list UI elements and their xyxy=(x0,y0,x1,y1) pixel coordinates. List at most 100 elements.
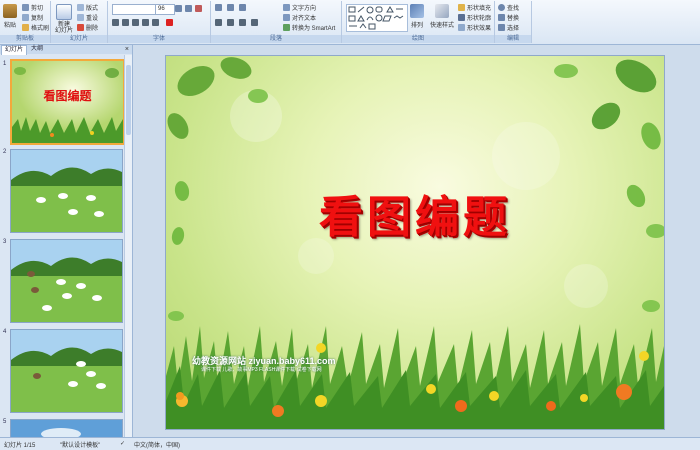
find-button[interactable]: 查找 xyxy=(498,3,519,12)
panel-tabs: 幻灯片 大纲 × xyxy=(0,45,132,55)
strikethrough-button[interactable] xyxy=(142,19,149,26)
panel-scrollbar[interactable] xyxy=(124,55,132,437)
align-center-button[interactable] xyxy=(227,19,234,26)
shadow-icon xyxy=(152,19,159,26)
layout-icon xyxy=(77,4,84,11)
scrollbar-thumb[interactable] xyxy=(126,65,131,135)
site-subtitle-text: 课件下载 儿歌、故事MP3 FLASH课件下载 试卷下载网 xyxy=(201,367,322,373)
indent-button[interactable] xyxy=(239,4,246,11)
copy-icon xyxy=(22,14,29,21)
paragraph-group: 文字方向 对齐文本 转换为 SmartArt 段落 xyxy=(211,1,342,43)
arrange-button[interactable]: 排列 xyxy=(410,4,424,29)
close-icon[interactable]: × xyxy=(125,45,129,54)
bold-button[interactable] xyxy=(112,19,119,26)
shapes-gallery[interactable] xyxy=(346,4,408,32)
quick-styles-icon xyxy=(435,4,449,18)
brush-icon xyxy=(22,24,29,31)
clipboard-group-label: 剪贴板 xyxy=(0,35,50,43)
format-painter-label: 格式刷 xyxy=(31,26,50,32)
clipboard-group: 粘贴 剪切 复制 格式刷 剪贴板 xyxy=(0,1,51,43)
shape-outline-label: 形状轮廓 xyxy=(467,16,492,22)
align-right-button[interactable] xyxy=(239,19,246,26)
ribbon: 粘贴 剪切 复制 格式刷 剪贴板 新建 幻灯片 版式 重设 删除 幻灯片 96 … xyxy=(0,0,700,45)
shadow-button[interactable] xyxy=(152,19,159,26)
find-icon xyxy=(498,4,505,11)
shape-fill-button[interactable]: 形状填充 xyxy=(458,3,491,12)
thumb-number: 3 xyxy=(3,239,7,245)
grow-font-button[interactable] xyxy=(175,5,182,12)
font-color-button[interactable] xyxy=(166,19,173,26)
shapes-gallery-icons xyxy=(348,6,404,30)
new-slide-button[interactable]: 新建 幻灯片 xyxy=(55,4,73,34)
new-slide-icon xyxy=(56,4,72,20)
format-painter-button[interactable]: 格式刷 xyxy=(22,23,49,32)
slide-thumbnail-5[interactable] xyxy=(10,419,123,439)
spellcheck-icon[interactable]: ✓ xyxy=(120,440,125,447)
slide-thumbnail-2[interactable] xyxy=(10,149,123,233)
numbering-button[interactable] xyxy=(227,4,234,11)
align-text-button[interactable]: 对齐文本 xyxy=(283,13,316,22)
text-direction-button[interactable]: 文字方向 xyxy=(283,3,316,12)
slide-2-preview xyxy=(11,150,122,232)
tab-outline[interactable]: 大纲 xyxy=(28,45,46,54)
select-icon xyxy=(498,24,505,31)
slides-group-label: 幻灯片 xyxy=(51,35,107,43)
copy-button[interactable]: 复制 xyxy=(22,13,43,22)
slide-thumbnail-4[interactable] xyxy=(10,329,123,413)
font-size-field[interactable]: 96 xyxy=(155,4,175,15)
cut-label: 剪切 xyxy=(31,6,44,12)
underline-icon xyxy=(132,19,139,26)
slide-canvas[interactable]: 看图编题 幼教资源网站 ziyuan.baby611.com 课件下载 儿歌、故… xyxy=(165,55,665,430)
delete-button[interactable]: 删除 xyxy=(77,23,98,32)
thumb-number: 2 xyxy=(3,149,7,155)
language-status: 中文(简体，中国) xyxy=(134,443,180,449)
bullets-button[interactable] xyxy=(215,4,222,11)
clear-format-icon xyxy=(195,5,202,12)
cut-button[interactable]: 剪切 xyxy=(22,3,43,12)
shrink-font-button[interactable] xyxy=(185,5,192,12)
font-color-icon xyxy=(166,19,173,26)
clear-format-button[interactable] xyxy=(195,5,202,12)
justify-button[interactable] xyxy=(251,19,258,26)
smartart-button[interactable]: 转换为 SmartArt xyxy=(283,23,335,32)
select-button[interactable]: 选择 xyxy=(498,23,519,32)
paste-button[interactable]: 粘贴 xyxy=(3,4,17,29)
underline-button[interactable] xyxy=(132,19,139,26)
replace-button[interactable]: 替换 xyxy=(498,13,519,22)
quick-styles-button[interactable]: 快速样式 xyxy=(430,4,454,29)
align-left-button[interactable] xyxy=(215,19,222,26)
reset-label: 重设 xyxy=(86,16,99,22)
paste-icon xyxy=(3,4,17,18)
outline-icon xyxy=(458,14,465,21)
arrange-label: 排列 xyxy=(410,23,423,29)
italic-icon xyxy=(122,19,129,26)
font-group-label: 字体 xyxy=(108,35,210,43)
quick-styles-label: 快速样式 xyxy=(430,23,455,29)
fill-icon xyxy=(458,4,465,11)
drawing-group-label: 绘图 xyxy=(342,35,494,43)
tab-slides[interactable]: 幻灯片 xyxy=(1,45,28,55)
slide-5-preview xyxy=(11,420,122,438)
delete-label: 删除 xyxy=(86,26,99,32)
thumb-number: 4 xyxy=(3,329,7,335)
slide-thumbnail-3[interactable] xyxy=(10,239,123,323)
layout-button[interactable]: 版式 xyxy=(77,3,98,12)
font-name-field[interactable] xyxy=(112,4,156,15)
thumb-number: 5 xyxy=(3,419,7,425)
bullets-icon xyxy=(215,4,222,11)
align-text-label: 对齐文本 xyxy=(292,16,317,22)
status-bar: 幻灯片 1/15 "默认设计模板" ✓ 中文(简体，中国) xyxy=(0,437,700,450)
shape-effects-button[interactable]: 形状效果 xyxy=(458,23,491,32)
reset-button[interactable]: 重设 xyxy=(77,13,98,22)
slide-title[interactable]: 看图编题 xyxy=(166,181,664,245)
slide-edit-area: 看图编题 幼教资源网站 ziyuan.baby611.com 课件下载 儿歌、故… xyxy=(133,45,700,437)
italic-button[interactable] xyxy=(122,19,129,26)
align-left-icon xyxy=(215,19,222,26)
scissors-icon xyxy=(22,4,29,11)
align-text-icon xyxy=(283,14,290,21)
slide-thumbnail-1[interactable]: 看图编题 xyxy=(10,59,125,145)
slide-count: 幻灯片 1/15 xyxy=(4,443,36,449)
shape-fill-label: 形状填充 xyxy=(467,6,492,12)
paragraph-group-label: 段落 xyxy=(211,35,341,43)
shape-outline-button[interactable]: 形状轮廓 xyxy=(458,13,491,22)
